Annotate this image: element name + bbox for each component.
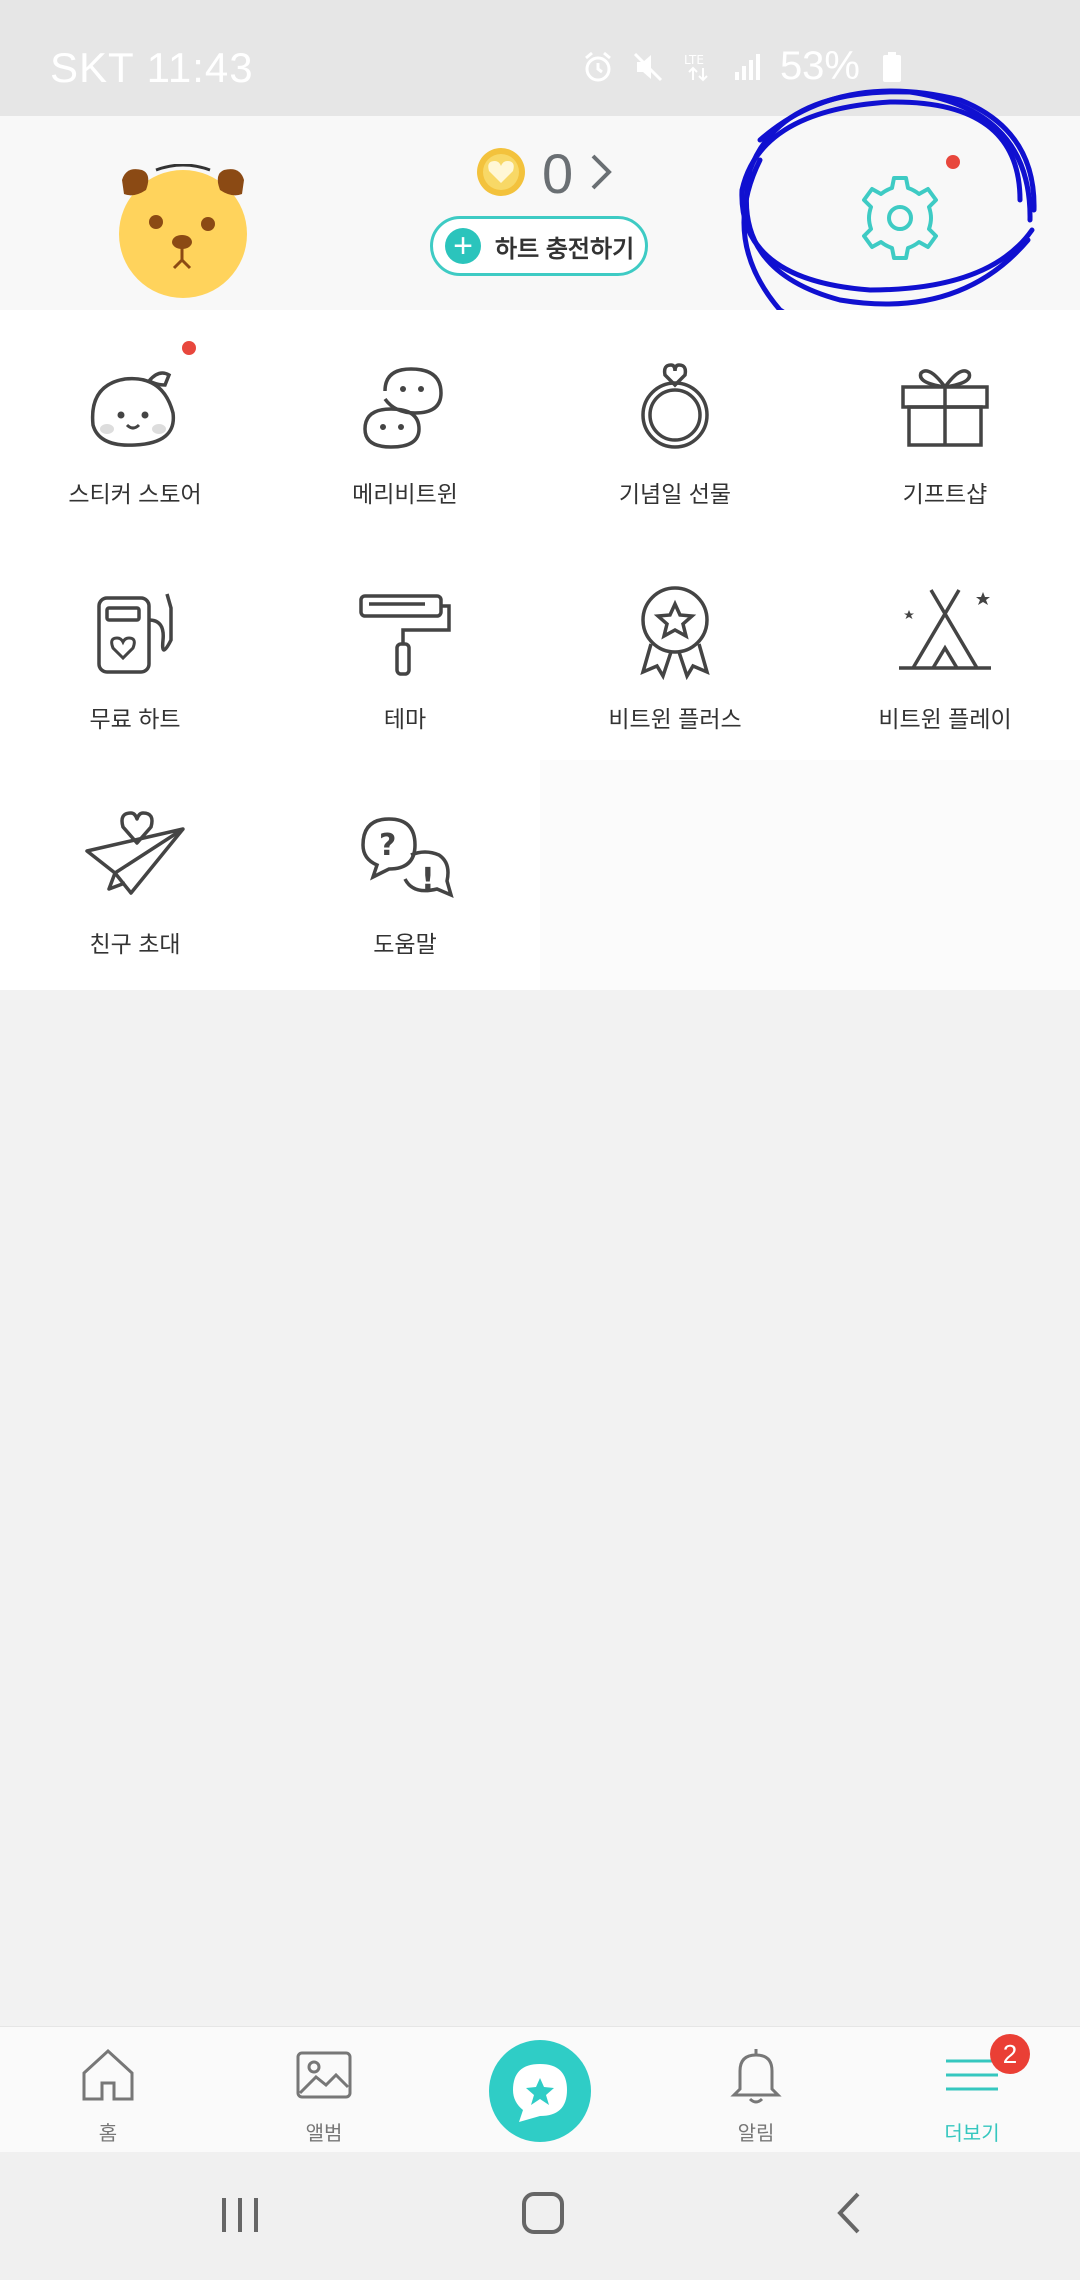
settings-button[interactable] (850, 168, 950, 268)
paper-plane-heart-icon (85, 811, 185, 895)
back-icon[interactable] (828, 2190, 874, 2236)
menu-item-label: 무료 하트 (89, 706, 181, 732)
carrier-label: SKT (50, 44, 134, 91)
mute-icon (630, 49, 666, 85)
battery-percent: 53% (779, 44, 860, 88)
ring-icon (641, 363, 709, 449)
signal-icon (730, 49, 766, 85)
heart-coin-icon (476, 147, 526, 202)
sticker-seal-icon (90, 371, 176, 447)
paint-roller-icon (359, 594, 451, 676)
nav-more[interactable]: 더보기 (864, 2027, 1080, 2153)
nav-label: 앨범 (305, 2123, 343, 2145)
empty-grid-area (540, 760, 1080, 990)
nav-home[interactable]: 홈 (0, 2027, 216, 2153)
chevron-right-icon (589, 152, 613, 197)
nav-label: 더보기 (944, 2123, 1000, 2145)
nav-notifications[interactable]: 알림 (648, 2027, 864, 2153)
more-notification-badge: 2 (990, 2034, 1030, 2074)
home-icon (82, 2048, 134, 2101)
status-carrier-time: SKT 11:43 (50, 44, 254, 92)
plus-icon: + (445, 228, 481, 264)
nav-album[interactable]: 앨범 (216, 2027, 432, 2153)
recent-apps-icon[interactable] (218, 2192, 264, 2238)
menu-item-label: 비트윈 플러스 (608, 706, 742, 732)
help-bubbles-icon: ? ! (361, 817, 454, 899)
svg-text:LTE: LTE (684, 53, 704, 67)
menu-item-anniversary-gift[interactable]: 기념일 선물 (540, 315, 810, 540)
status-bar: SKT 11:43 LTE 53% (0, 0, 1080, 116)
chat-star-icon (513, 2064, 567, 2122)
menu-item-help[interactable]: ? ! 도움말 (270, 765, 540, 990)
sticker-store-notification-dot (182, 341, 196, 355)
menu-item-between-play[interactable]: 비트윈 플레이 (810, 540, 1080, 765)
status-icons: LTE 53% (580, 44, 910, 89)
tent-icon (899, 589, 991, 670)
mery-chat-icon (363, 367, 443, 449)
nav-label: 알림 (737, 2123, 775, 2145)
svg-text:?: ? (379, 828, 396, 863)
heart-pump-icon (97, 593, 173, 674)
menu-item-label: 기념일 선물 (618, 481, 732, 507)
menu-item-label: 기프트샵 (902, 481, 988, 507)
nav-label: 홈 (98, 2123, 118, 2145)
menu-item-label: 비트윈 플레이 (878, 706, 1012, 732)
home-system-icon[interactable] (520, 2190, 566, 2236)
alarm-icon (580, 49, 616, 85)
svg-text:!: ! (421, 862, 435, 897)
charge-hearts-label: 하트 충전하기 (495, 235, 635, 263)
menu-item-between-plus[interactable]: 비트윈 플러스 (540, 540, 810, 765)
heart-count: 0 (542, 142, 574, 205)
menu-item-gift-shop[interactable]: 기프트샵 (810, 315, 1080, 540)
battery-icon (874, 49, 910, 85)
album-icon (296, 2051, 352, 2099)
avatar[interactable] (116, 163, 250, 298)
lte-icon: LTE (680, 49, 716, 85)
menu-item-label: 메리비트윈 (352, 481, 458, 507)
menu-item-mery-between[interactable]: 메리비트윈 (270, 315, 540, 540)
gift-icon (901, 369, 989, 447)
bell-icon (730, 2049, 782, 2104)
charge-hearts-button[interactable]: + 하트 충전하기 (430, 216, 648, 276)
clock: 11:43 (146, 44, 254, 91)
menu-item-label: 스티커 스토어 (68, 481, 202, 507)
badge-star-icon (640, 586, 710, 680)
system-navigation-bar (0, 2152, 1080, 2280)
gear-icon (862, 176, 938, 260)
menu-item-invite-friends[interactable]: 친구 초대 (0, 765, 270, 990)
settings-notification-dot (946, 155, 960, 169)
menu-item-label: 테마 (383, 706, 427, 732)
menu-item-label: 친구 초대 (89, 931, 181, 957)
heart-balance[interactable]: 0 (476, 146, 613, 202)
chat-button[interactable] (489, 2040, 591, 2142)
menu-item-theme[interactable]: 테마 (270, 540, 540, 765)
menu-item-free-hearts[interactable]: 무료 하트 (0, 540, 270, 765)
menu-item-label: 도움말 (373, 931, 437, 957)
menu-item-sticker-store[interactable]: 스티커 스토어 (0, 315, 270, 540)
